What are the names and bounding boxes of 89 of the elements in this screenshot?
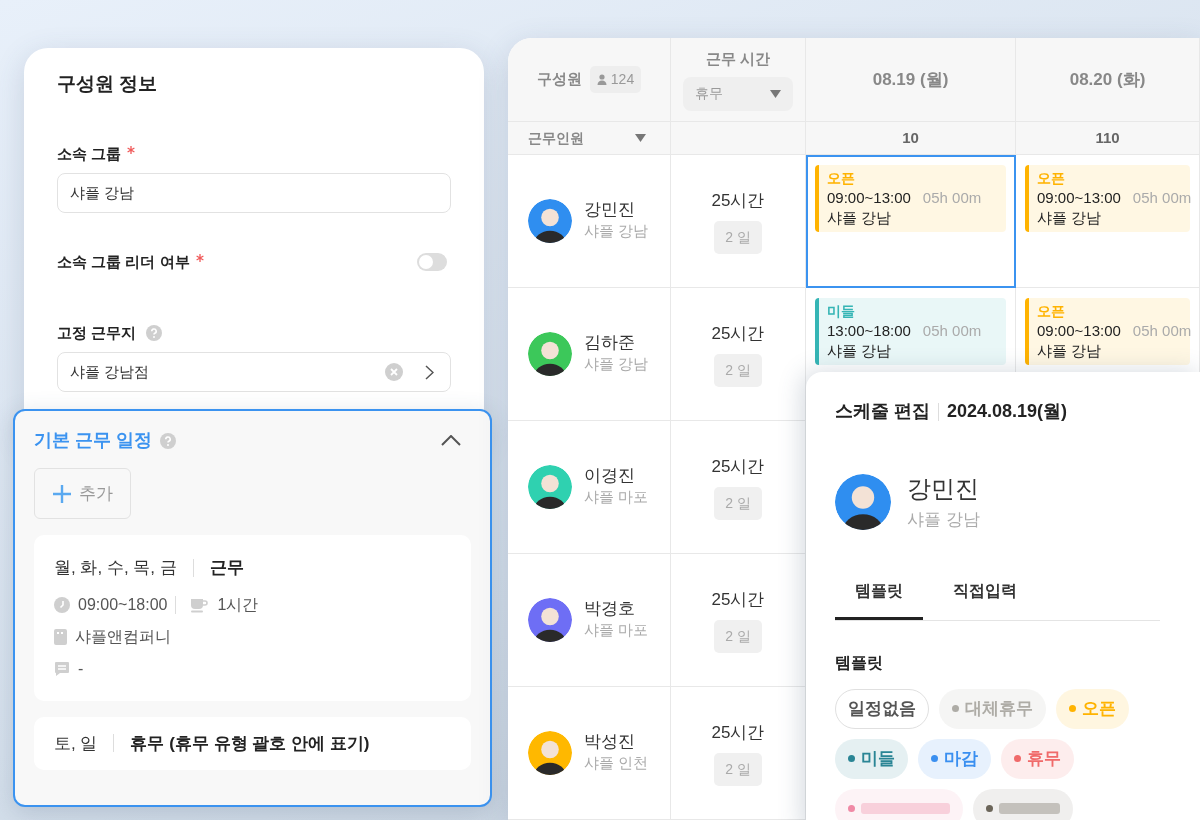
member-group: 샤플 강남: [584, 352, 649, 376]
template-chip[interactable]: [835, 788, 963, 820]
shift-place: 샤플 강남: [1037, 208, 1103, 229]
shift-place: 샤플 강남: [1037, 341, 1103, 362]
shift-time: 09:00~13:00: [1037, 188, 1121, 206]
staff-count: 10: [902, 127, 919, 148]
shift-label: 오픈: [1037, 169, 1066, 188]
tab[interactable]: 템플릿: [835, 570, 923, 620]
column-header: 근무 시간: [705, 49, 771, 70]
member-name: 강민진: [584, 199, 636, 220]
member-name: 이경진: [584, 465, 636, 486]
member-name: 김하준: [584, 332, 636, 353]
person-icon: [596, 74, 607, 85]
member-name: 강민진: [907, 474, 980, 504]
tab[interactable]: 직접입력: [941, 570, 1029, 620]
place-text: 샤플앤컴퍼니: [75, 626, 171, 647]
shift-duration: 05h 00m: [922, 188, 982, 206]
days-badge: 2 일: [714, 620, 762, 654]
shift-time: 09:00~13:00: [1037, 321, 1121, 339]
date-header: 08.20 (화): [1069, 68, 1146, 91]
hours-text: 25시간: [711, 322, 765, 345]
editor-date: 2024.08.19(월): [947, 400, 1068, 423]
section-title: 기본 근무 일정: [34, 429, 152, 452]
field-label: 소속 그룹: [57, 143, 122, 164]
collapse-icon[interactable]: [441, 435, 461, 446]
clock-icon: [54, 596, 70, 613]
entry-type: 근무: [209, 557, 244, 579]
member-group: 샤플 마포: [584, 618, 649, 642]
member-group: 샤플 마포: [584, 485, 649, 509]
time-text: 09:00~18:00: [78, 594, 168, 615]
chevron-right-icon: [425, 364, 434, 380]
shift-duration: 05h 00m: [1132, 188, 1192, 206]
plus-icon: [52, 484, 71, 503]
days-badge: 2 일: [714, 354, 762, 388]
shift-label: 오픈: [827, 169, 856, 188]
days-badge: 2 일: [714, 221, 762, 255]
template-chip[interactable]: [973, 788, 1073, 820]
template-chip[interactable]: 미들: [835, 738, 908, 779]
member-name: 박성진: [584, 731, 636, 752]
shift-time: 09:00~13:00: [827, 188, 911, 206]
shift-time: 13:00~18:00: [827, 321, 911, 339]
shift-label: 미들: [827, 302, 856, 321]
dropdown-icon[interactable]: [635, 134, 646, 142]
entry-type: 휴무 (휴무 유형 괄호 안에 표기): [130, 732, 370, 755]
staff-count: 110: [1095, 127, 1120, 148]
member-group: 샤플 인천: [584, 751, 649, 775]
editor-title: 스케줄 편집: [835, 400, 930, 423]
shift-card[interactable]: 오픈 09:00~13:00 05h 00m 샤플 강남: [1025, 165, 1190, 233]
member-group: 샤플 강남: [584, 219, 649, 243]
shift-place: 샤플 강남: [827, 208, 893, 229]
cup-icon: [190, 596, 210, 613]
filter-label: 근무인원: [528, 128, 584, 148]
clear-icon[interactable]: [385, 363, 403, 381]
date-header: 08.19 (월): [872, 68, 949, 91]
select-field[interactable]: 샤플 강남점: [57, 352, 451, 392]
shift-label: 오픈: [1037, 302, 1066, 321]
shift-duration: 05h 00m: [922, 321, 982, 339]
shift-place: 샤플 강남: [827, 341, 893, 362]
caret-icon: [770, 89, 781, 98]
placeholder-bar: [998, 803, 1060, 814]
field-label: 고정 근무지: [57, 322, 137, 343]
hours-text: 25시간: [711, 588, 765, 611]
template-chip[interactable]: 일정없음: [835, 688, 929, 729]
shift-card[interactable]: 미들 13:00~18:00 05h 00m 샤플 강남: [815, 298, 1006, 366]
member-count: 124: [589, 66, 642, 93]
member-group: 샤플 강남: [907, 507, 980, 533]
shift-card[interactable]: 오픈 09:00~13:00 05h 00m 샤플 강남: [1025, 298, 1190, 366]
days-badge: 2 일: [714, 753, 762, 787]
break-text: 1시간: [217, 594, 259, 615]
memo-icon: [54, 660, 70, 677]
hours-text: 25시간: [711, 721, 765, 744]
selected-cell[interactable]: 오픈 09:00~13:00 05h 00m 샤플 강남: [806, 155, 1016, 288]
days-badge: 2 일: [714, 487, 762, 521]
days-text: 토, 일: [54, 732, 98, 755]
panel-title: 구성원 정보: [57, 72, 159, 96]
shift-card[interactable]: 오픈 09:00~13:00 05h 00m 샤플 강남: [815, 165, 1006, 233]
toggle-switch[interactable]: [417, 253, 447, 272]
member-name: 박경호: [584, 598, 636, 619]
field-value: 샤플 강남점: [70, 361, 151, 382]
memo-text: -: [78, 658, 84, 679]
section-label: 템플릿: [835, 652, 884, 673]
shift-duration: 05h 00m: [1132, 321, 1192, 339]
input-field[interactable]: 샤플 강남: [57, 173, 451, 213]
hours-text: 25시간: [711, 189, 765, 212]
hours-text: 25시간: [711, 455, 765, 478]
days-text: 월, 화, 수, 목, 금: [54, 557, 177, 579]
building-icon: [54, 628, 67, 645]
column-header: 구성원: [536, 69, 582, 90]
field-label: 소속 그룹 리더 여부: [57, 252, 190, 272]
